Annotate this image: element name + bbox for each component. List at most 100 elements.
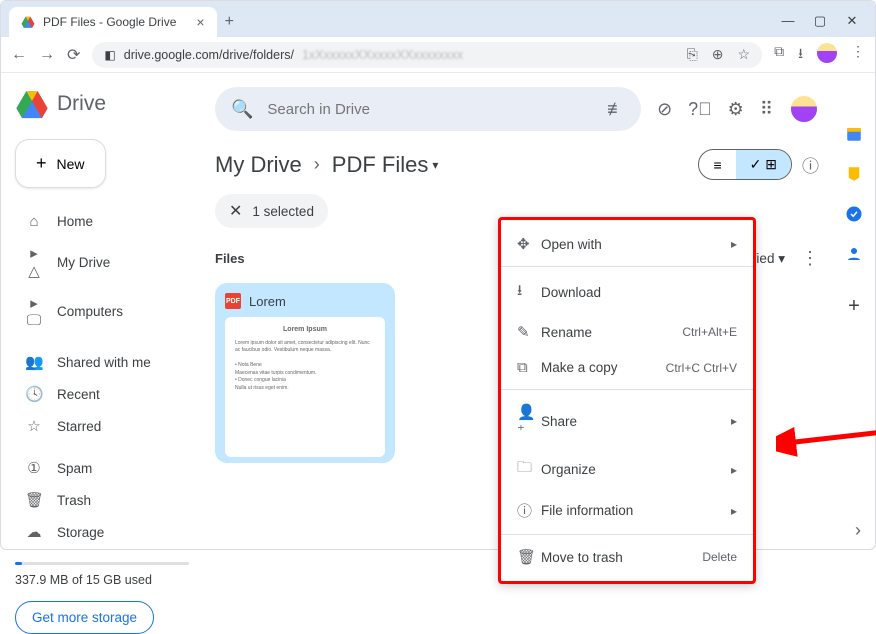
menu-make-copy[interactable]: ⧉ Make a copy Ctrl+C Ctrl+V <box>501 350 753 385</box>
file-card[interactable]: PDF Lorem Lorem Ipsum Lorem ipsum dolor … <box>215 283 395 463</box>
help-icon[interactable]: ?⃝ <box>688 99 712 120</box>
chevron-down-icon: ▾ <box>778 251 785 266</box>
menu-open-with[interactable]: ✥ Open with ▸ <box>501 226 753 262</box>
profile-icon[interactable] <box>817 43 837 67</box>
install-app-icon[interactable]: ⎘ <box>687 46 698 63</box>
open-with-icon: ✥ <box>517 235 541 253</box>
downloads-icon[interactable]: ⭳ <box>798 43 803 67</box>
breadcrumb-root[interactable]: My Drive <box>215 152 302 178</box>
menu-organize[interactable]: 🗀 Organize ▸ <box>501 448 753 491</box>
spam-icon: ① <box>25 459 43 477</box>
drive-icon: ▸ △ <box>25 244 43 280</box>
menu-move-to-trash[interactable]: 🗑 Move to trash Delete <box>501 539 753 575</box>
shared-icon: 👥 <box>25 353 43 371</box>
new-tab-button[interactable]: + <box>217 7 242 37</box>
pdf-badge-icon: PDF <box>225 293 241 309</box>
sidebar-item-starred[interactable]: ☆Starred <box>15 410 189 442</box>
section-label: Files <box>215 251 245 266</box>
download-icon: ⭳ <box>517 280 541 305</box>
chevron-right-icon: ▸ <box>731 237 737 251</box>
contacts-icon[interactable] <box>845 245 863 263</box>
menu-share[interactable]: 👤⁺ Share ▸ <box>501 394 753 448</box>
product-name: Drive <box>57 92 106 116</box>
home-icon: ⌂ <box>25 213 43 230</box>
zoom-icon[interactable]: ⊕ <box>712 46 724 63</box>
tab-title: PDF Files - Google Drive <box>43 15 176 29</box>
browser-tab[interactable]: PDF Files - Google Drive × <box>9 7 217 37</box>
drive-logo-icon <box>15 87 49 121</box>
extensions-icon[interactable]: ⧉ <box>774 43 784 67</box>
storage-icon: ☁ <box>25 523 43 541</box>
computers-icon: ▸ 🖵 <box>25 294 43 329</box>
rename-icon: ✎ <box>517 323 541 341</box>
sidebar-item-recent[interactable]: 🕓Recent <box>15 378 189 410</box>
settings-icon[interactable]: ⚙ <box>728 99 744 120</box>
sidebar-item-computers[interactable]: ▸ 🖵Computers <box>15 287 189 336</box>
search-options-icon[interactable]: ≢ <box>607 99 625 120</box>
window-close-icon[interactable]: ✕ <box>845 13 859 29</box>
drive-logo[interactable]: Drive <box>15 87 189 121</box>
search-box[interactable]: 🔍 ≢ <box>215 87 641 131</box>
clear-selection-icon[interactable]: ✕ <box>229 201 242 221</box>
window-maximize-icon[interactable]: ▢ <box>813 13 827 29</box>
selection-chip: ✕ 1 selected <box>215 194 328 228</box>
sidebar-item-storage[interactable]: ☁Storage <box>15 516 189 548</box>
context-menu: ✥ Open with ▸ ⭳ Download ✎ Rename Ctrl+A… <box>498 217 756 584</box>
hide-side-panel-icon[interactable]: › <box>855 520 861 541</box>
breadcrumb-dropdown-icon[interactable]: ▾ <box>432 158 438 172</box>
tab-close-icon[interactable]: × <box>196 14 204 30</box>
sidebar-item-home[interactable]: ⌂Home <box>15 206 189 237</box>
sidebar-item-my-drive[interactable]: ▸ △My Drive <box>15 237 189 287</box>
account-avatar[interactable] <box>789 94 819 124</box>
sidebar-item-spam[interactable]: ①Spam <box>15 452 189 484</box>
get-more-storage-button[interactable]: Get more storage <box>15 601 154 634</box>
folder-icon: 🗀 <box>517 457 541 482</box>
plus-icon: + <box>36 153 47 174</box>
ready-offline-icon[interactable]: ⊘ <box>657 99 672 120</box>
bookmark-icon[interactable]: ☆ <box>738 46 751 63</box>
browser-back-icon[interactable]: ← <box>11 46 27 64</box>
site-info-icon[interactable]: ◧ <box>104 48 115 62</box>
browser-forward-icon[interactable]: → <box>39 46 55 64</box>
sidebar-item-trash[interactable]: 🗑Trash <box>15 484 189 516</box>
add-addon-icon[interactable]: + <box>848 295 860 318</box>
drive-favicon-icon <box>21 15 35 29</box>
copy-icon: ⧉ <box>517 359 541 376</box>
info-icon: ⓘ <box>517 500 541 521</box>
more-options-icon[interactable]: ⋮ <box>801 248 819 269</box>
storage-text: 337.9 MB of 15 GB used <box>15 573 189 587</box>
new-button[interactable]: + New <box>15 139 106 188</box>
share-icon: 👤⁺ <box>517 403 541 439</box>
breadcrumb-current[interactable]: PDF Files <box>332 152 429 178</box>
menu-rename[interactable]: ✎ Rename Ctrl+Alt+E <box>501 314 753 350</box>
apps-icon[interactable]: ⠿ <box>760 99 773 120</box>
list-view-button[interactable]: ≡ <box>699 150 735 179</box>
window-minimize-icon[interactable]: — <box>781 13 795 29</box>
keep-icon[interactable] <box>845 165 863 183</box>
file-name: Lorem <box>249 294 286 309</box>
search-input[interactable] <box>267 101 593 118</box>
address-bar[interactable]: ◧ drive.google.com/drive/folders/ 1xXxxx… <box>92 42 762 68</box>
browser-menu-icon[interactable]: ⋮ <box>851 43 865 67</box>
chevron-right-icon: ▸ <box>731 504 737 518</box>
search-icon: 🔍 <box>231 99 253 120</box>
browser-reload-icon[interactable]: ⟳ <box>67 45 80 65</box>
chevron-right-icon: ▸ <box>731 463 737 477</box>
starred-icon: ☆ <box>25 417 43 435</box>
menu-download[interactable]: ⭳ Download <box>501 271 753 314</box>
storage-meter <box>15 562 189 565</box>
trash-icon: 🗑 <box>517 548 541 566</box>
menu-file-info[interactable]: ⓘ File information ▸ <box>501 491 753 530</box>
details-icon[interactable]: ⓘ <box>802 152 819 177</box>
trash-icon: 🗑 <box>25 491 43 509</box>
recent-icon: 🕓 <box>25 385 43 403</box>
view-toggle: ≡ ✓ ⊞ <box>698 149 792 180</box>
chevron-right-icon: › <box>314 154 320 175</box>
selection-count: 1 selected <box>252 204 314 219</box>
grid-view-button[interactable]: ✓ ⊞ <box>736 150 791 179</box>
calendar-icon[interactable] <box>845 125 863 143</box>
tasks-icon[interactable] <box>845 205 863 223</box>
sidebar-item-shared[interactable]: 👥Shared with me <box>15 346 189 378</box>
chevron-right-icon: ▸ <box>731 414 737 428</box>
url-text: drive.google.com/drive/folders/ <box>124 48 294 62</box>
